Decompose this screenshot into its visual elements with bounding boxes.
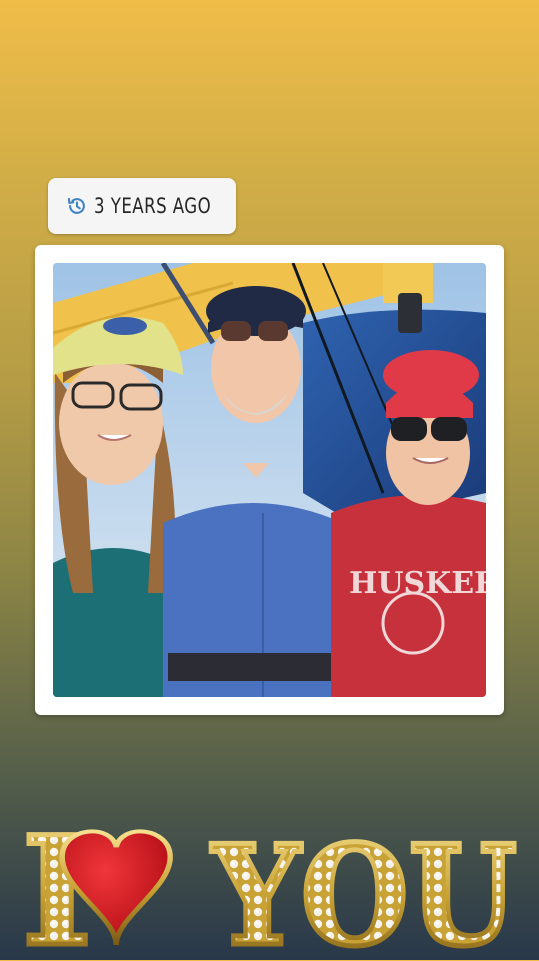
i-love-you-sticker[interactable]: I YOU	[12, 802, 527, 961]
memory-photo: HUSKERS	[53, 263, 486, 697]
memory-photo-card[interactable]: HUSKERS	[35, 245, 504, 715]
svg-text:YOU: YOU	[210, 822, 517, 957]
history-clock-icon	[66, 195, 88, 217]
memory-timestamp-chip[interactable]: 3 YEARS AGO	[48, 178, 236, 234]
memory-timestamp-label: 3 YEARS AGO	[94, 194, 212, 218]
word-you: YOU	[208, 812, 520, 961]
shirt-print-text: HUSKERS	[349, 566, 486, 601]
